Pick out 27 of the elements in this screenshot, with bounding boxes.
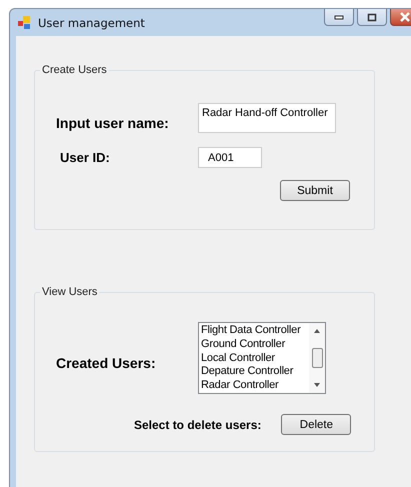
minimize-button[interactable] <box>324 9 354 26</box>
minimize-icon <box>334 14 344 20</box>
window-title: User management <box>38 16 145 30</box>
close-icon <box>399 12 411 22</box>
up-arrow-icon[interactable] <box>314 329 320 333</box>
delete-hint: Select to delete users: <box>134 418 262 432</box>
users-listbox[interactable]: Flight Data Controller Ground Controller Local Controller Depature Controller Radar Controller <box>198 322 326 394</box>
field-label: Input user name: <box>56 114 170 131</box>
list-item[interactable]: Radar Controller <box>201 379 307 393</box>
down-arrow-icon[interactable] <box>314 383 320 387</box>
scrollbar[interactable] <box>309 323 325 393</box>
maximize-icon <box>367 12 377 22</box>
field-label: User ID: <box>59 150 111 165</box>
field-label: Created Users: <box>56 354 157 371</box>
maximize-button[interactable] <box>357 9 387 26</box>
app-icon <box>18 16 32 30</box>
group-title: Create Users <box>41 64 108 76</box>
list-item[interactable]: Depature Controller <box>201 365 307 380</box>
list-item[interactable]: Ground Controller <box>201 338 307 352</box>
list-item[interactable]: Flight Data Controller <box>201 324 307 338</box>
list-item[interactable]: Local Controller <box>201 352 307 366</box>
group-title: View Users <box>41 286 98 298</box>
scroll-thumb[interactable] <box>312 348 322 368</box>
submit-button[interactable]: Submit <box>280 180 350 201</box>
delete-button[interactable]: Delete <box>281 414 352 435</box>
user-id-field[interactable]: A001 <box>198 147 262 168</box>
user-name-field[interactable]: Radar Hand-off Controller <box>198 103 336 133</box>
